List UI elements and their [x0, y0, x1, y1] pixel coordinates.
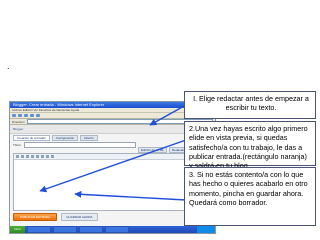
back-icon[interactable] [12, 114, 16, 117]
post-title-label: Título: [13, 143, 22, 147]
system-tray [197, 226, 215, 233]
home-icon[interactable] [36, 114, 40, 117]
save-now-button[interactable]: GUARDAR AHORA [61, 213, 98, 221]
tab-settings[interactable]: Configuración [51, 135, 79, 141]
font-icon[interactable] [16, 155, 19, 158]
tab-layout[interactable]: Diseño [80, 135, 98, 141]
slide-bullet: . [7, 61, 10, 71]
callout-step-1: I. Elige redactar antes de empezar a esc… [184, 91, 316, 119]
italic-icon[interactable] [26, 155, 29, 158]
taskbar-item[interactable] [79, 226, 104, 233]
forward-icon[interactable] [18, 114, 22, 117]
windows-taskbar: Inicio [10, 226, 215, 233]
post-actions: PUBLICAR ENTRADA GUARDAR AHORA [13, 213, 98, 221]
refresh-icon[interactable] [30, 114, 34, 117]
post-editor[interactable] [13, 153, 203, 211]
align-icon[interactable] [41, 155, 44, 158]
callout-step-2: 2.Una vez hayas escrito algo primero eli… [184, 121, 316, 170]
bold-icon[interactable] [21, 155, 24, 158]
stop-icon[interactable] [24, 114, 28, 117]
start-button[interactable]: Inicio [10, 226, 26, 233]
taskbar-item[interactable] [105, 226, 130, 233]
link-icon[interactable] [36, 155, 39, 158]
callout-step-3: 3. Si no estás contento/a con lo que has… [184, 167, 316, 226]
publish-button[interactable]: PUBLICAR ENTRADA [13, 213, 58, 221]
post-title-input[interactable] [24, 142, 136, 148]
editor-toolbar [14, 154, 202, 160]
tab-posting[interactable]: Creación de entradas [13, 135, 50, 141]
taskbar-item[interactable] [53, 226, 78, 233]
blogger-tabs: Creación de entradas Configuración Diseñ… [13, 135, 98, 141]
image-icon[interactable] [51, 155, 54, 158]
list-icon[interactable] [46, 155, 49, 158]
taskbar-item[interactable] [27, 226, 52, 233]
address-label: Dirección [12, 119, 25, 124]
text-color-icon[interactable] [31, 155, 34, 158]
